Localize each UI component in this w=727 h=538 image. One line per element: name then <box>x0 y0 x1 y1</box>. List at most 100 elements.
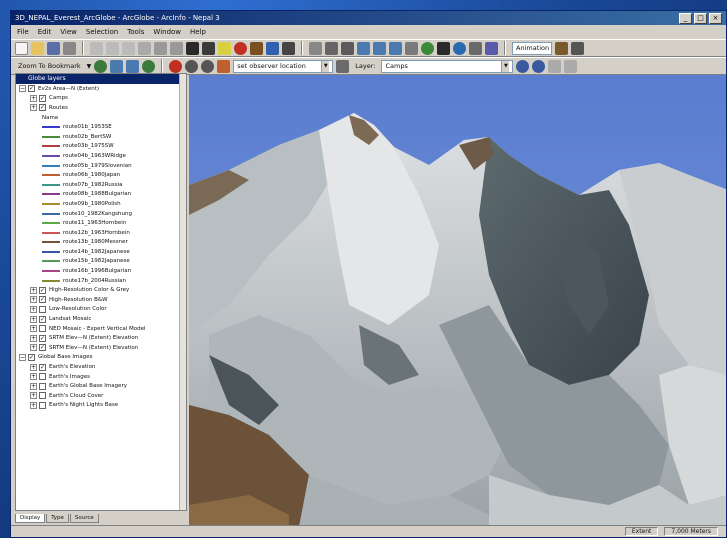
black-layer-icon[interactable] <box>202 41 215 55</box>
globe-view-icon[interactable] <box>94 59 108 73</box>
toc-item[interactable]: + ✓ High-Resolution Color & Grey <box>16 285 186 295</box>
toc-root-row[interactable]: − ✓ Ev2s Area—N (Extent) <box>16 84 186 94</box>
globe-icon[interactable] <box>453 41 466 55</box>
toc-item[interactable]: route11_1963Hornbein <box>16 218 186 228</box>
maximize-button[interactable]: □ <box>694 12 707 24</box>
toc-item[interactable]: route14b_1982Japanese <box>16 247 186 257</box>
expand-icon[interactable]: + <box>30 315 37 323</box>
paste-icon[interactable] <box>122 41 135 55</box>
checkbox[interactable]: ✓ <box>39 334 46 342</box>
menu-window[interactable]: Window <box>153 28 181 36</box>
identify-icon[interactable] <box>437 41 450 55</box>
toc-item[interactable]: route16b_1996Bulgarian <box>16 266 186 276</box>
collapse-icon[interactable]: − <box>19 85 26 93</box>
checkbox[interactable] <box>39 325 46 333</box>
layer-tool-icon[interactable] <box>532 59 546 73</box>
expand-icon[interactable]: + <box>30 296 37 304</box>
toc-item[interactable]: + NED Mosaic - Expert Vertical Model <box>16 324 186 334</box>
close-button[interactable]: × <box>709 12 722 24</box>
record-icon[interactable] <box>185 59 199 73</box>
tab-source[interactable]: Source <box>69 514 99 523</box>
toc-item[interactable]: route12b_1963Hornbein <box>16 228 186 238</box>
expand-icon[interactable]: + <box>30 286 37 294</box>
toc-item[interactable]: route04b_1963WRidge <box>16 151 186 161</box>
redo-icon[interactable] <box>170 41 183 55</box>
toc-item[interactable]: + ✓ Routes <box>16 103 186 113</box>
toc-item[interactable]: + ✓ SRTM Elev—N (Extent) Elevation <box>16 333 186 343</box>
observer-location-dropdown[interactable]: set observer location ▼ <box>233 59 334 73</box>
toolbox-icon[interactable] <box>266 41 279 55</box>
toc-item[interactable]: + Low-Resolution Color <box>16 305 186 315</box>
checkbox[interactable]: ✓ <box>39 296 46 304</box>
animation-tool-icon[interactable] <box>555 41 568 55</box>
toc-item[interactable]: route06b_1980Japan <box>16 170 186 180</box>
editor-icon[interactable] <box>218 41 231 55</box>
zoom-out-icon[interactable] <box>389 41 402 55</box>
toc-item[interactable]: route09b_1980Polish <box>16 199 186 209</box>
toc-item[interactable]: + ✓ High-Resolution B&W <box>16 295 186 305</box>
expand-icon[interactable]: + <box>30 104 37 112</box>
zoom-to-bookmark-button[interactable]: Zoom To Bookmark <box>15 62 84 70</box>
zoom-out-icon[interactable] <box>126 59 140 73</box>
chevron-down-icon[interactable]: ▼ <box>501 60 510 72</box>
collapse-icon[interactable]: − <box>19 353 26 361</box>
chevron-down-icon[interactable]: ▼ <box>321 60 330 72</box>
expand-icon[interactable]: + <box>30 344 37 352</box>
chevron-down-icon[interactable]: ▼ <box>87 63 92 70</box>
toc-item[interactable]: + Earth's Images <box>16 372 186 382</box>
toc-scrollbar[interactable] <box>179 74 186 510</box>
print-icon[interactable] <box>63 41 76 55</box>
menu-help[interactable]: Help <box>190 28 206 36</box>
expand-icon[interactable]: + <box>30 363 37 371</box>
menu-selection[interactable]: Selection <box>86 28 118 36</box>
play-icon[interactable] <box>201 59 215 73</box>
toc-item[interactable]: route17b_2004Russian <box>16 276 186 286</box>
toc-item[interactable]: + ✓ Camps <box>16 94 186 104</box>
toc-item[interactable]: + ✓ SRTM Elev—N (Extent) Elevation <box>16 343 186 353</box>
save-icon[interactable] <box>47 41 60 55</box>
checkbox[interactable] <box>39 401 46 409</box>
menu-view[interactable]: View <box>60 28 77 36</box>
zoom-in-icon[interactable] <box>110 59 124 73</box>
stop-icon[interactable] <box>169 59 183 73</box>
toc-item[interactable]: route05b_1979Slovenian <box>16 161 186 171</box>
undo-icon[interactable] <box>154 41 167 55</box>
checkbox[interactable] <box>39 382 46 390</box>
pan-icon[interactable] <box>405 41 418 55</box>
globe-icon[interactable] <box>142 59 156 73</box>
command-line-icon[interactable] <box>282 41 295 55</box>
find-icon[interactable] <box>469 41 482 55</box>
red-globe-icon[interactable] <box>234 41 247 55</box>
toc-item[interactable]: route13b_1980Messner <box>16 238 186 248</box>
checkbox[interactable]: ✓ <box>28 353 35 361</box>
toc-item[interactable]: route02b_BertSW <box>16 132 186 142</box>
layer-tool-icon[interactable] <box>516 59 530 73</box>
zoom-in-icon[interactable] <box>373 41 386 55</box>
globe-view[interactable] <box>189 75 726 525</box>
copy-icon[interactable] <box>106 41 119 55</box>
expand-icon[interactable]: + <box>30 305 37 313</box>
checkbox[interactable] <box>39 373 46 381</box>
tab-display[interactable]: Display <box>15 514 46 523</box>
toc-item[interactable]: route01b_1953SE <box>16 122 186 132</box>
toc-item[interactable]: + ✓ Earth's Elevation <box>16 362 186 372</box>
toc-item[interactable]: route10_1982Kangshung <box>16 209 186 219</box>
menu-file[interactable]: File <box>17 28 29 36</box>
select-elements-icon[interactable] <box>309 41 322 55</box>
toc-item[interactable]: + Earth's Global Base Imagery <box>16 381 186 391</box>
catalog-icon[interactable] <box>250 41 263 55</box>
add-data-icon[interactable] <box>186 41 199 55</box>
delete-icon[interactable] <box>138 41 151 55</box>
full-extent-icon[interactable] <box>421 41 434 55</box>
everest-terrain-view[interactable] <box>189 75 726 525</box>
checkbox[interactable]: ✓ <box>39 363 46 371</box>
checkbox[interactable]: ✓ <box>39 94 46 102</box>
expand-icon[interactable]: + <box>30 401 37 409</box>
toc-item[interactable]: + Earth's Cloud Cover <box>16 391 186 401</box>
checkbox[interactable] <box>39 305 46 313</box>
checkbox[interactable] <box>39 392 46 400</box>
expand-icon[interactable]: + <box>30 334 37 342</box>
checkbox[interactable]: ✓ <box>39 315 46 323</box>
open-folder-icon[interactable] <box>31 41 44 55</box>
menu-tools[interactable]: Tools <box>127 28 144 36</box>
